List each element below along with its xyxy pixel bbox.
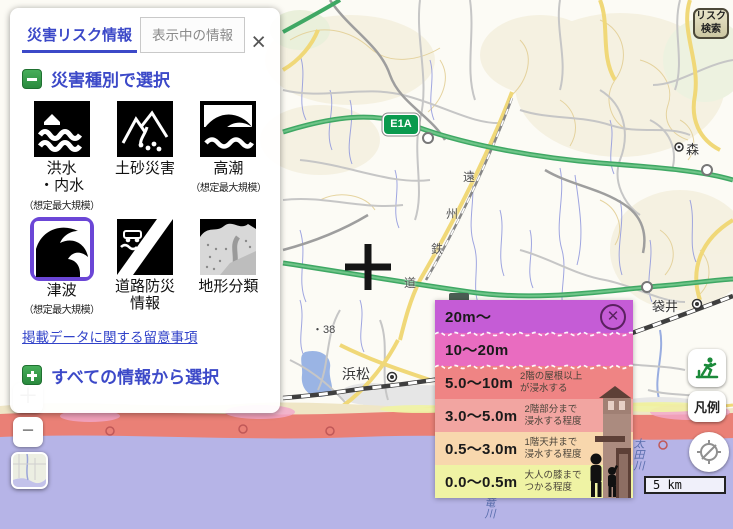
- legend-range: 10～20m: [445, 339, 509, 360]
- scale-text: 5 km: [653, 478, 682, 492]
- tab-disaster-risk-info[interactable]: 災害リスク情報: [22, 20, 137, 53]
- wave-separator: [435, 330, 633, 337]
- tab-displayed-info[interactable]: 表示中の情報: [140, 17, 245, 53]
- type-label: 地形分類: [198, 278, 258, 295]
- map-scale-bar: 5 km: [644, 476, 726, 494]
- section-disaster-type: 災害種別で選択: [22, 66, 280, 91]
- type-sublabel: （想定最大規模）: [24, 197, 100, 212]
- landform-icon: [200, 219, 256, 275]
- tsunami-icon: [30, 217, 94, 281]
- gps-icon: [695, 438, 723, 466]
- legend-button[interactable]: 凡例: [688, 391, 726, 422]
- tsunami-depth-legend: 20m～ ✕ 10～20m 5.0～10m 2階の屋根以上 が浸水する 3.0～…: [435, 300, 633, 498]
- legend-range: 20m～: [445, 306, 491, 327]
- gps-locate-button[interactable]: [689, 432, 729, 472]
- disaster-type-landslide[interactable]: 土砂災害: [103, 101, 186, 212]
- close-icon[interactable]: ×: [249, 31, 268, 53]
- evacuation-site-button[interactable]: [688, 349, 726, 387]
- map-label-railway-char: 道: [404, 274, 416, 291]
- expressway-badge: E1A: [384, 115, 418, 134]
- legend-row: 10～20m: [435, 333, 633, 366]
- section-all-info: すべての情報から選択: [22, 363, 280, 388]
- legend-desc: 大人の膝まで つかる程度: [524, 470, 581, 494]
- type-sublabel: （想定最大規模）: [190, 179, 266, 194]
- map-label-mori: 森: [686, 139, 699, 158]
- running-person-icon: [694, 355, 720, 381]
- type-label: 土砂災害: [115, 160, 175, 177]
- disaster-type-storm-surge[interactable]: 高潮 （想定最大規模）: [187, 101, 270, 212]
- legend-desc: 1階天井まで 浸水する程度: [524, 437, 581, 461]
- flood-icon: [34, 101, 90, 157]
- section-title-disaster: 災害種別で選択: [51, 66, 170, 91]
- data-notes-link[interactable]: 掲載データに関する留意事項: [22, 326, 280, 346]
- type-label: 道路防災 情報: [115, 278, 175, 313]
- map-label-railway-char: 州: [446, 205, 458, 222]
- expand-plus-icon[interactable]: [22, 365, 42, 385]
- legend-desc: 2階の屋根以上 が浸水する: [520, 371, 582, 395]
- legend-desc: 2階部分まで 浸水する程度: [524, 404, 581, 428]
- legend-range: 3.0～5.0m: [445, 405, 517, 426]
- map-label-railway-char: 遠: [463, 168, 475, 185]
- map-label-hamamatsu: 浜松: [342, 364, 370, 384]
- type-sublabel: （想定最大規模）: [24, 301, 100, 316]
- hazard-map-app: E1A 森 袋井 浜松 ・38 遠 州 鉄 道 太田川 竜川 災害リスク情報 表…: [0, 0, 733, 529]
- disaster-info-panel: 災害リスク情報 表示中の情報 × 災害種別で選択 洪水 ・内水 （想定最大規模）: [10, 8, 280, 413]
- landslide-icon: [117, 101, 173, 157]
- map-label-railway-char: 鉄: [431, 240, 443, 257]
- zoom-out-button[interactable]: −: [13, 417, 43, 447]
- disaster-type-flood[interactable]: 洪水 ・内水 （想定最大規模）: [20, 101, 103, 212]
- map-label-tenryu-river: 竜川: [481, 497, 497, 519]
- wave-separator: [435, 363, 633, 370]
- map-label-fukuroi: 袋井: [652, 296, 678, 315]
- people-illustration: [587, 452, 621, 498]
- disaster-type-grid: 洪水 ・内水 （想定最大規模） 土砂災害: [20, 101, 270, 316]
- type-label: 高潮: [213, 160, 243, 177]
- disaster-type-tsunami[interactable]: 津波 （想定最大規模）: [20, 219, 103, 316]
- legend-range: 5.0～10m: [445, 372, 513, 393]
- legend-range: 0.5～3.0m: [445, 438, 517, 459]
- legend-row: 20m～ ✕: [435, 300, 633, 333]
- risk-search-button[interactable]: リスク 検索: [693, 8, 729, 39]
- panel-tab-bar: 災害リスク情報 表示中の情報 ×: [10, 8, 280, 53]
- storm-surge-icon: [200, 101, 256, 157]
- collapse-minus-icon[interactable]: [22, 69, 42, 89]
- legend-range: 0.0～0.5m: [445, 471, 517, 492]
- overview-map-button[interactable]: [11, 452, 48, 489]
- type-label: 津波: [47, 282, 77, 299]
- type-label: 洪水 ・内水: [39, 160, 84, 195]
- legend-close-icon[interactable]: ✕: [600, 304, 626, 330]
- map-label-spot-height: ・38: [312, 321, 335, 337]
- road-disaster-icon: [117, 219, 173, 275]
- section-title-all: すべての情報から選択: [51, 363, 219, 388]
- disaster-type-road[interactable]: 道路防災 情報: [103, 219, 186, 316]
- disaster-type-landform[interactable]: 地形分類: [187, 219, 270, 316]
